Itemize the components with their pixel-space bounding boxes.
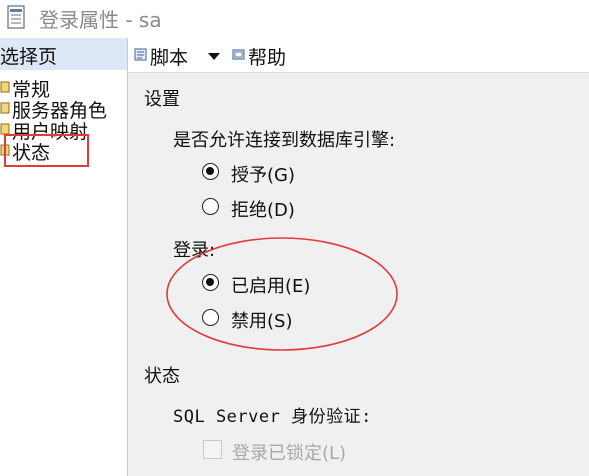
page-selector-pane: 选择页 常规 服务器角色 用户映射 状态 bbox=[0, 38, 128, 476]
help-button[interactable]: 帮助 bbox=[230, 38, 310, 72]
help-label: 帮助 bbox=[248, 47, 287, 69]
login-locked-checkbox[interactable] bbox=[203, 440, 222, 459]
grant-label[interactable]: 授予(G) bbox=[231, 161, 295, 187]
status-annotation-box bbox=[4, 134, 89, 167]
script-button[interactable]: 脚本 bbox=[132, 38, 224, 72]
settings-section-title: 设置 bbox=[144, 89, 180, 110]
document-icon bbox=[7, 5, 25, 29]
help-icon bbox=[232, 49, 245, 60]
login-annotation-ellipse bbox=[166, 237, 398, 351]
title-bar: 登录属性 - sa bbox=[0, 0, 589, 39]
chevron-down-icon[interactable] bbox=[208, 53, 220, 60]
script-icon bbox=[134, 48, 147, 61]
deny-label[interactable]: 拒绝(D) bbox=[231, 196, 295, 222]
deny-radio[interactable] bbox=[202, 198, 219, 215]
sidebar-item-general[interactable]: 常规 bbox=[0, 76, 127, 101]
page-selector-title: 选择页 bbox=[0, 46, 58, 68]
sql-auth-label: SQL Server 身份验证: bbox=[173, 407, 372, 427]
toolbar: 脚本 帮助 bbox=[128, 38, 589, 73]
page-icon bbox=[0, 81, 10, 93]
page-selector-header: 选择页 bbox=[0, 38, 127, 70]
window-title: 登录属性 - sa bbox=[39, 8, 162, 32]
grant-radio[interactable] bbox=[202, 163, 219, 180]
status-section-title: 状态 bbox=[144, 366, 180, 387]
sidebar-item-server-roles[interactable]: 服务器角色 bbox=[0, 97, 127, 122]
db-engine-permission-label: 是否允许连接到数据库引擎: bbox=[173, 130, 396, 151]
page-icon bbox=[0, 102, 10, 114]
login-locked-label: 登录已锁定(L) bbox=[232, 443, 347, 464]
script-label: 脚本 bbox=[150, 47, 189, 69]
